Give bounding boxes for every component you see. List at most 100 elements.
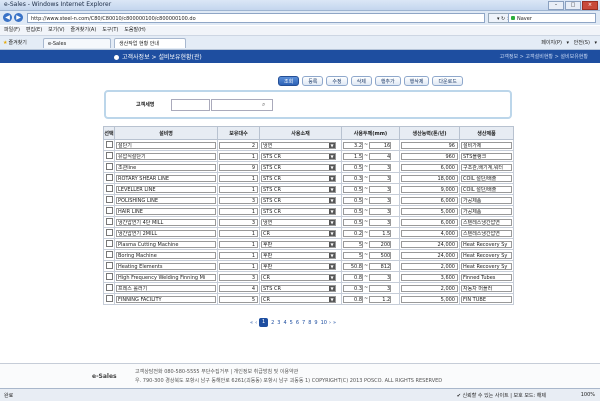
thickness-max-input[interactable]: 3: [369, 196, 392, 204]
table-row[interactable]: 절단기 2 냉연 ▼ 3.2 ~16 96 설비가제: [103, 139, 514, 151]
material-select[interactable]: 냉연 ▼: [261, 141, 336, 149]
capacity-input[interactable]: 5,000: [401, 207, 458, 215]
quantity-input[interactable]: 1: [219, 185, 258, 193]
row-checkbox[interactable]: [105, 294, 113, 302]
capacity-input[interactable]: 2,000: [401, 284, 458, 292]
prev-page-button[interactable]: ‹: [255, 320, 257, 326]
equipment-name-input[interactable]: 프레스 롤러기: [116, 284, 216, 292]
product-input[interactable]: 자동차 머플러: [461, 284, 512, 292]
capacity-input[interactable]: 24,000: [401, 251, 458, 259]
thickness-max-input[interactable]: 3: [369, 174, 392, 182]
quantity-input[interactable]: 1: [219, 251, 258, 259]
product-input[interactable]: STS블랭크: [461, 152, 512, 160]
thickness-max-input[interactable]: 1.5: [369, 229, 392, 237]
page-number-10[interactable]: 10: [321, 320, 327, 326]
page-number-2[interactable]: 2: [271, 320, 274, 326]
product-input[interactable]: COIL 절단/배출: [461, 185, 512, 193]
tab-production[interactable]: 생산작업 현황 안내: [114, 38, 186, 48]
thickness-min-input[interactable]: 0.3: [343, 174, 363, 182]
product-input[interactable]: COIL 절단/배출: [461, 174, 512, 182]
row-checkbox[interactable]: [105, 151, 113, 159]
row-checkbox[interactable]: [105, 261, 113, 269]
product-input[interactable]: Finned Tubes: [461, 273, 512, 281]
thickness-max-input[interactable]: 3: [369, 163, 392, 171]
thickness-max-input[interactable]: 3: [369, 284, 392, 292]
page-number-9[interactable]: 9: [314, 320, 317, 326]
row-checkbox[interactable]: [105, 283, 113, 291]
material-select[interactable]: 후판 ▼: [261, 251, 336, 259]
customer-code-input[interactable]: [171, 99, 210, 111]
row-checkbox[interactable]: [105, 162, 113, 170]
quantity-input[interactable]: 1: [219, 152, 258, 160]
table-row[interactable]: 냉간압연기 4단 MILL 3 냉연 ▼ 0.5 ~3 6,000 스텐레스냉간압연: [103, 216, 514, 228]
row-checkbox[interactable]: [105, 250, 113, 258]
quantity-input[interactable]: 1: [219, 174, 258, 182]
equipment-name-input[interactable]: POLISHING LINE: [116, 196, 216, 204]
thickness-min-input[interactable]: 0.5: [343, 207, 363, 215]
page-number-4[interactable]: 4: [283, 320, 286, 326]
capacity-input[interactable]: 960: [401, 152, 458, 160]
row-checkbox[interactable]: [105, 173, 113, 181]
equipment-name-input[interactable]: LEVELLER LINE: [116, 185, 216, 193]
menu-file[interactable]: 파일(F): [4, 26, 20, 35]
equipment-name-input[interactable]: 냉간압연기 4단 MILL: [116, 218, 216, 226]
material-select[interactable]: STS CR ▼: [261, 284, 336, 292]
thickness-min-input[interactable]: 0.8: [343, 295, 363, 303]
quantity-input[interactable]: 3: [219, 273, 258, 281]
material-select[interactable]: 후판 ▼: [261, 240, 336, 248]
page-number-8[interactable]: 8: [308, 320, 311, 326]
row-checkbox[interactable]: [105, 195, 113, 203]
equipment-name-input[interactable]: Boring Machine: [116, 251, 216, 259]
quantity-input[interactable]: 3: [219, 196, 258, 204]
thickness-min-input[interactable]: 0.5: [343, 218, 363, 226]
material-select[interactable]: CR ▼: [261, 295, 336, 303]
thickness-min-input[interactable]: 3.2: [343, 141, 363, 149]
row-checkbox[interactable]: [105, 272, 113, 280]
thickness-max-input[interactable]: 16: [369, 141, 392, 149]
thickness-max-input[interactable]: 3: [369, 273, 392, 281]
thickness-min-input[interactable]: 0.5: [343, 196, 363, 204]
table-row[interactable]: 유압식절단기 1 STS CR ▼ 1.5 ~4 960 STS블랭크: [103, 150, 514, 162]
quantity-input[interactable]: 1: [219, 262, 258, 270]
quantity-input[interactable]: 9: [219, 163, 258, 171]
product-input[interactable]: FIN TUBE: [461, 295, 512, 303]
table-row[interactable]: 프레스 롤러기 4 STS CR ▼ 0.3 ~3 2,000 자동차 머플러: [103, 282, 514, 294]
zoom-level[interactable]: 100%: [581, 392, 595, 398]
material-select[interactable]: STS CR ▼: [261, 174, 336, 182]
equipment-name-input[interactable]: High Frequency Welding Finning Mi: [116, 273, 216, 281]
equipment-name-input[interactable]: 냉간압연기 2MILL: [116, 229, 216, 237]
row-checkbox[interactable]: [105, 140, 113, 148]
thickness-max-input[interactable]: 812: [369, 262, 392, 270]
thickness-max-input[interactable]: 3: [369, 218, 392, 226]
material-select[interactable]: CR ▼: [261, 273, 336, 281]
thickness-min-input[interactable]: 0.5: [343, 163, 363, 171]
download-button[interactable]: 다운로드: [432, 76, 463, 86]
product-input[interactable]: 가공제품: [461, 196, 512, 204]
back-icon[interactable]: ◀: [3, 13, 12, 22]
last-page-button[interactable]: »: [333, 320, 336, 326]
search-input[interactable]: Naver: [508, 13, 596, 23]
minimize-icon[interactable]: –: [548, 1, 564, 10]
capacity-input[interactable]: 24,000: [401, 240, 458, 248]
capacity-input[interactable]: 4,000: [401, 229, 458, 237]
next-page-button[interactable]: ›: [329, 320, 331, 326]
capacity-input[interactable]: 18,000: [401, 174, 458, 182]
delete-button[interactable]: 삭제: [350, 76, 372, 86]
product-input[interactable]: 스텐레스냉간압연: [461, 218, 512, 226]
toolbar-tools[interactable]: 페이지(P) ▾ 안전(S) ▾: [541, 39, 597, 46]
thickness-min-input[interactable]: 0.5: [343, 185, 363, 193]
row-checkbox[interactable]: [105, 184, 113, 192]
menu-tools[interactable]: 도구(T): [102, 26, 118, 35]
thickness-min-input[interactable]: 5: [343, 240, 363, 248]
thickness-min-input[interactable]: 0.3: [343, 284, 363, 292]
close-icon[interactable]: ×: [582, 1, 598, 10]
table-row[interactable]: Heating Elements 1 후판 ▼ 50.8 ~812 2,000 Heat Re…: [103, 260, 514, 272]
row-checkbox[interactable]: [105, 217, 113, 225]
capacity-input[interactable]: 2,000: [401, 262, 458, 270]
capacity-input[interactable]: 9,000: [401, 185, 458, 193]
equipment-name-input[interactable]: 유압식절단기: [116, 152, 216, 160]
capacity-input[interactable]: 96: [401, 141, 458, 149]
thickness-max-input[interactable]: 200: [369, 240, 392, 248]
page-number-1[interactable]: 1: [259, 318, 269, 327]
search-icon[interactable]: ⌕: [262, 101, 265, 109]
